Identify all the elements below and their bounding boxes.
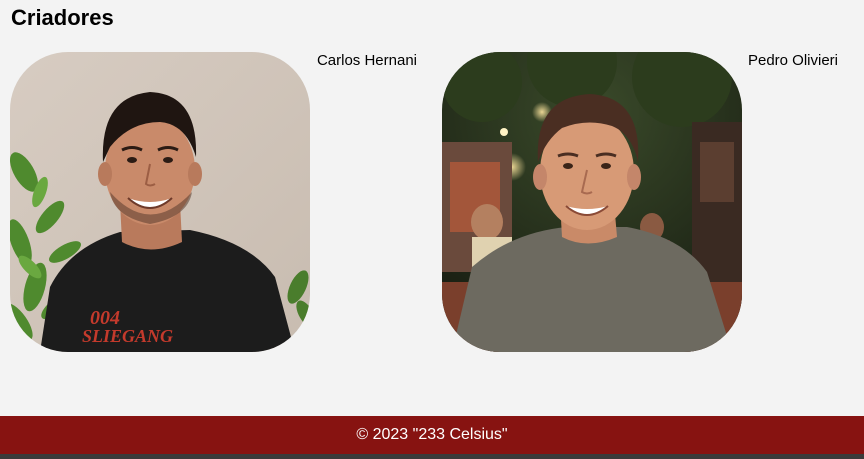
- creator-name: Pedro Olivieri: [747, 52, 838, 69]
- window-bottom-edge: [0, 454, 864, 459]
- creator-name: Carlos Hernani: [316, 52, 417, 69]
- svg-text:SLIEGANG: SLIEGANG: [82, 326, 173, 346]
- page: Criadores 004 SLIEGANG Carlos Hernani Pe…: [0, 0, 864, 459]
- footer: © 2023 "233 Celsius": [0, 416, 864, 454]
- footer-copyright: © 2023 "233 Celsius": [356, 426, 508, 443]
- section-title: Criadores: [11, 5, 114, 30]
- creator-photo-carlos: 004 SLIEGANG: [10, 52, 310, 352]
- creator-photo-pedro: [442, 52, 742, 352]
